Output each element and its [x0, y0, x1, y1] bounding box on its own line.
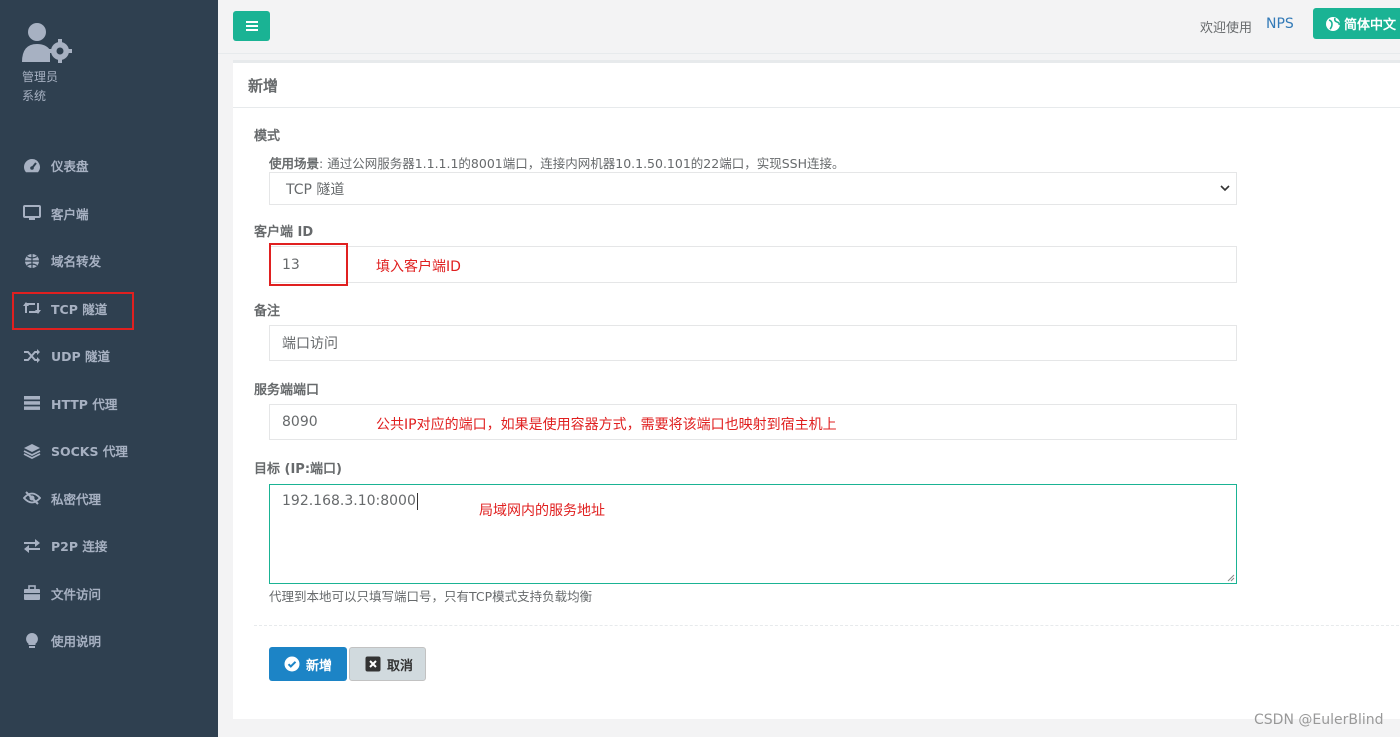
mode-help-title: 使用场景 [269, 156, 320, 171]
server-port-annotation: 公共IP对应的端口，如果是使用容器方式，需要将该端口也映射到宿主机上 [376, 417, 837, 433]
client-id-highlight-box [269, 243, 348, 286]
sidebar-item-socks[interactable]: SOCKS 代理 [0, 427, 218, 475]
sidebar: 管理员 系统 仪表盘 客户端 域名转发 TCP 隧道 UDP 隧道 HTTP 代… [0, 0, 218, 737]
dashboard-icon [22, 157, 42, 175]
target-help: 代理到本地可以只填写端口号，只有TCP模式支持负载均衡 [269, 589, 593, 604]
remark-input[interactable]: 端口访问 [269, 325, 1237, 361]
briefcase-icon [22, 584, 42, 602]
sidebar-item-p2p[interactable]: P2P 连接 [0, 522, 218, 570]
sidebar-item-udp[interactable]: UDP 隧道 [0, 332, 218, 380]
client-id-label: 客户端 ID [254, 225, 314, 240]
sidebar-item-label: UDP 隧道 [51, 349, 111, 365]
language-label: 简体中文 [1344, 18, 1397, 33]
watermark: CSDN @EulerBlind [1254, 712, 1384, 728]
sidebar-item-clients[interactable]: 客户端 [0, 190, 218, 238]
mode-selected-value: TCP 隧道 [286, 181, 345, 198]
topbar: 欢迎使用 NPS 简体中文 [218, 0, 1400, 54]
server-icon [22, 394, 42, 412]
sidebar-item-http[interactable]: HTTP 代理 [0, 380, 218, 428]
form-panel: 新增 模式 使用场景: 通过公网服务器1.1.1.1的8001端口，连接内网机器… [233, 60, 1400, 719]
panel-title: 新增 [233, 63, 1400, 108]
sidebar-item-label: 客户端 [51, 206, 89, 222]
profile: 管理员 系统 [22, 22, 74, 106]
hamburger-icon [245, 21, 258, 31]
lightbulb-icon [22, 632, 42, 650]
sidebar-item-secret[interactable]: 私密代理 [0, 475, 218, 523]
remark-value: 端口访问 [282, 336, 338, 352]
welcome-text: 欢迎使用 [1200, 21, 1253, 36]
menu-toggle-button[interactable] [233, 11, 270, 41]
user-gear-icon [22, 22, 74, 64]
check-circle-icon [284, 656, 300, 672]
sidebar-item-label: SOCKS 代理 [51, 444, 128, 460]
divider [254, 625, 1400, 626]
sidebar-item-label: 使用说明 [51, 634, 102, 650]
layers-icon [22, 442, 42, 460]
sidebar-item-label: 仪表盘 [51, 159, 89, 175]
target-annotation: 局域网内的服务地址 [479, 503, 605, 519]
sidebar-item-label: 域名转发 [51, 254, 102, 270]
sidebar-nav: 仪表盘 客户端 域名转发 TCP 隧道 UDP 隧道 HTTP 代理 SOCKS… [0, 142, 218, 665]
tcp-highlight-box [12, 292, 134, 330]
mode-help-text: : 通过公网服务器1.1.1.1的8001端口，连接内网机器10.1.50.10… [319, 156, 845, 171]
profile-name: 管理员 [22, 70, 59, 84]
sidebar-item-help[interactable]: 使用说明 [0, 617, 218, 665]
monitor-icon [22, 204, 42, 222]
shuffle-icon [22, 347, 42, 365]
sidebar-item-label: 私密代理 [51, 491, 102, 507]
globe-icon [1326, 16, 1341, 31]
target-label: 目标 (IP:端口) [254, 462, 342, 477]
server-port-label: 服务端端口 [254, 383, 320, 398]
profile-role: 系统 [22, 89, 47, 103]
sidebar-item-file[interactable]: 文件访问 [0, 570, 218, 618]
sidebar-item-label: P2P 连接 [51, 539, 108, 555]
target-textarea[interactable]: 192.168.3.10:8000 [269, 484, 1237, 584]
sidebar-item-dashboard[interactable]: 仪表盘 [0, 142, 218, 190]
sidebar-item-label: 文件访问 [51, 586, 102, 602]
close-square-icon [365, 656, 381, 672]
mode-select[interactable]: TCP 隧道 [269, 172, 1237, 205]
submit-button[interactable]: 新增 [269, 647, 347, 681]
remark-label: 备注 [254, 304, 281, 319]
exchange-icon [22, 537, 42, 555]
chevron-down-icon [1220, 185, 1230, 192]
nps-link[interactable]: NPS [1266, 16, 1294, 32]
eye-slash-icon [22, 489, 42, 507]
target-value: 192.168.3.10:8000 [282, 493, 416, 509]
globe-icon [22, 252, 42, 270]
mode-label: 模式 [254, 129, 281, 144]
server-port-value: 8090 [282, 414, 318, 430]
language-button[interactable]: 简体中文 [1313, 8, 1400, 39]
sidebar-item-domain[interactable]: 域名转发 [0, 237, 218, 285]
sidebar-item-label: HTTP 代理 [51, 396, 118, 412]
submit-label: 新增 [306, 658, 333, 674]
text-cursor [416, 493, 418, 510]
client-id-annotation: 填入客户端ID [376, 259, 461, 275]
resize-grip-icon[interactable] [1227, 574, 1235, 582]
cancel-label: 取消 [387, 658, 414, 674]
cancel-button[interactable]: 取消 [349, 647, 426, 681]
mode-help: 使用场景: 通过公网服务器1.1.1.1的8001端口，连接内网机器10.1.5… [269, 153, 844, 172]
